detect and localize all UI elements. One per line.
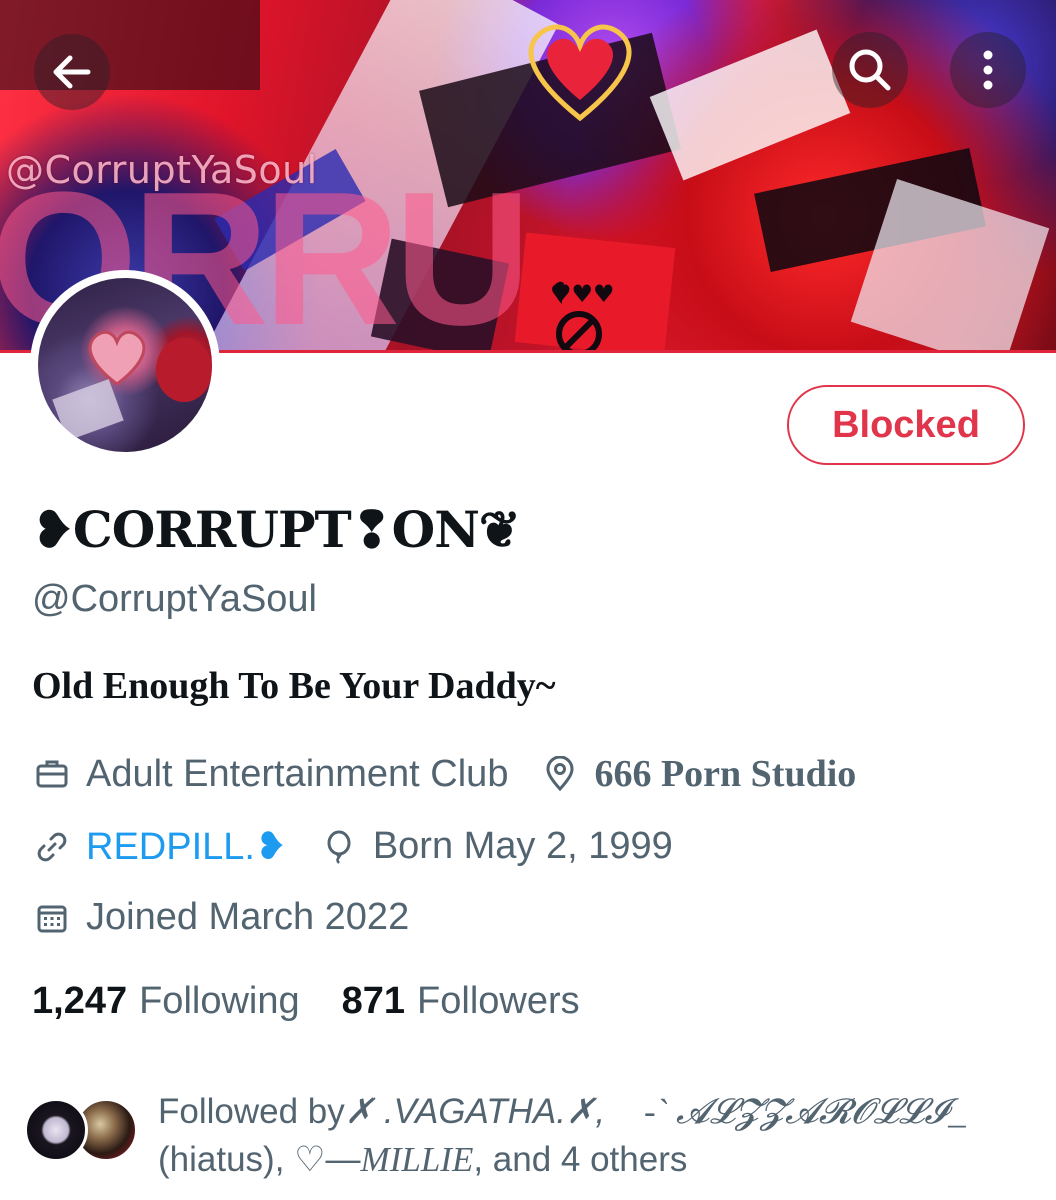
profile-website[interactable]: REDPILL.❥ (32, 824, 287, 869)
followed-by-prefix: Followed by (158, 1092, 345, 1131)
briefcase-icon (32, 754, 72, 794)
follow-stats: 1,247 Following 871 Followers (32, 980, 622, 1023)
follower-avatar (24, 1098, 88, 1162)
category-text: Adult Entertainment Club (86, 752, 509, 795)
search-button[interactable] (832, 32, 908, 108)
following-stat[interactable]: 1,247 Following (32, 980, 300, 1023)
banner-watermark: @CorruptYaSoul (6, 148, 318, 192)
link-icon (32, 827, 72, 867)
profile-joined: Joined March 2022 (32, 896, 409, 939)
calendar-icon (32, 898, 72, 938)
more-vertical-icon (983, 50, 993, 90)
profile-meta-row-3: Joined March 2022 (32, 896, 441, 939)
profile-category: Adult Entertainment Club (32, 753, 508, 796)
location-pin-icon (540, 754, 580, 794)
following-count: 1,247 (32, 980, 128, 1022)
search-icon (849, 49, 891, 91)
display-name: ❥CORRUPT❢ON❦ (32, 500, 521, 559)
balloon-icon (319, 827, 359, 867)
back-button[interactable] (34, 34, 110, 110)
following-label: Following (139, 980, 300, 1022)
followers-stat[interactable]: 871 Followers (342, 980, 580, 1023)
follower-name-1: ✗ .VAGATHA.✗, (344, 1092, 606, 1131)
followers-label: Followers (417, 980, 580, 1022)
birthday-text: Born May 2, 1999 (372, 825, 673, 867)
followed-by-suffix: , and 4 others (473, 1140, 688, 1179)
followers-count: 871 (341, 980, 406, 1022)
avatar-art-shape (156, 338, 212, 402)
arrow-left-icon (53, 55, 91, 89)
banner-art-shape (649, 29, 851, 181)
profile-avatar[interactable] (30, 270, 220, 460)
profile-meta-row-2: REDPILL.❥ Born May 2, 1999 (32, 824, 705, 869)
follower-name-3: MILLIE (360, 1140, 474, 1179)
website-link[interactable]: REDPILL.❥ (86, 824, 287, 869)
heart-art-icon: ♥♥♥ (550, 280, 615, 308)
heart-art-icon (88, 330, 146, 386)
follower-name-2: -` 𝓐𝓛𝓩𝓩𝓐𝓡𝓞𝓛𝓛𝓘_ (643, 1092, 966, 1131)
joined-text: Joined March 2022 (86, 896, 410, 938)
svg-text:♥♥♥: ♥♥♥ (550, 280, 615, 308)
avatar-image (38, 278, 212, 452)
follower-name-2-suffix: (hiatus), ♡— (158, 1140, 361, 1179)
bio-text: Old Enough To Be Your Daddy~ (32, 665, 556, 707)
followed-by-avatars (24, 1098, 144, 1168)
no-symbol-icon (556, 311, 602, 352)
profile-location: 666 Porn Studio (540, 752, 856, 796)
location-text: 666 Porn Studio (594, 753, 857, 795)
followed-by-text: Followed by✗ .VAGATHA.✗, -` 𝓐𝓛𝓩𝓩𝓐𝓡𝓞𝓛𝓛𝓘_ (… (158, 1088, 1018, 1184)
heart-art-icon (528, 24, 632, 122)
blocked-button[interactable]: Blocked (787, 385, 1025, 465)
user-handle: @CorruptYaSoul (32, 578, 317, 620)
more-options-button[interactable] (950, 32, 1026, 108)
profile-birthday: Born May 2, 1999 (319, 825, 673, 868)
profile-meta-row-1: Adult Entertainment Club 666 Porn Studio (32, 752, 888, 796)
